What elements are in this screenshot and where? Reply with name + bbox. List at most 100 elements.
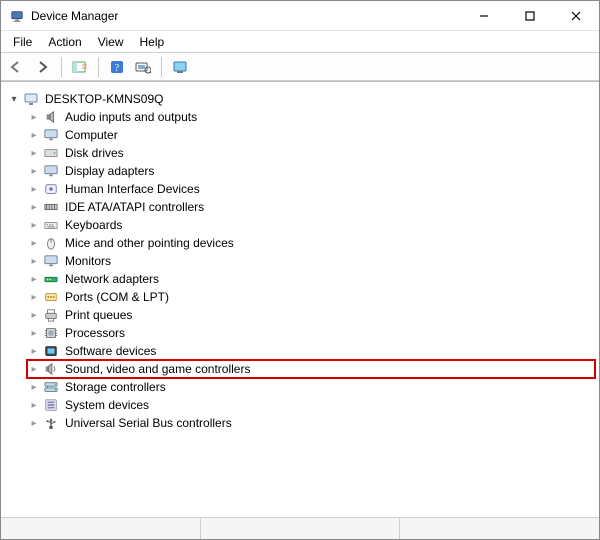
software-icon: [43, 343, 59, 359]
tree-category-node[interactable]: Print queues: [27, 306, 595, 324]
expand-toggle[interactable]: [27, 362, 41, 376]
forward-button[interactable]: [31, 56, 55, 78]
device-manager-window: Device Manager File Action View Help ?: [0, 0, 600, 540]
printer-icon: [43, 307, 59, 323]
tree-category-label: Storage controllers: [63, 380, 168, 394]
scan-hardware-button[interactable]: [131, 56, 155, 78]
tree-category-node[interactable]: Processors: [27, 324, 595, 342]
status-cell: [201, 518, 401, 539]
menu-file[interactable]: File: [7, 33, 38, 51]
tree-category-node[interactable]: Disk drives: [27, 144, 595, 162]
app-icon: [9, 8, 25, 24]
tree-root-label: DESKTOP-KMNS09Q: [43, 92, 165, 106]
expand-toggle[interactable]: [27, 272, 41, 286]
status-cell: [1, 518, 201, 539]
expand-toggle[interactable]: [27, 290, 41, 304]
keyboard-icon: [43, 217, 59, 233]
speaker-icon: [43, 109, 59, 125]
monitor-icon: [43, 127, 59, 143]
help-button[interactable]: ?: [105, 56, 129, 78]
tree-category-label: Sound, video and game controllers: [63, 362, 252, 376]
device-tree[interactable]: DESKTOP-KMNS09Q Audio inputs and outputs…: [1, 83, 599, 539]
hid-icon: [43, 181, 59, 197]
maximize-button[interactable]: [507, 1, 553, 30]
tree-category-label: Audio inputs and outputs: [63, 110, 199, 124]
tree-category-node[interactable]: Software devices: [27, 342, 595, 360]
window-controls: [461, 1, 599, 30]
mouse-icon: [43, 235, 59, 251]
tree-category-node[interactable]: Sound, video and game controllers: [27, 360, 595, 378]
usb-icon: [43, 415, 59, 431]
expand-toggle[interactable]: [27, 416, 41, 430]
tree-category-node[interactable]: Human Interface Devices: [27, 180, 595, 198]
monitor2-icon: [43, 253, 59, 269]
toolbar: ?: [1, 53, 599, 81]
menu-bar: File Action View Help: [1, 31, 599, 53]
expand-toggle[interactable]: [27, 344, 41, 358]
tree-category-label: Computer: [63, 128, 120, 142]
tree-category-node[interactable]: System devices: [27, 396, 595, 414]
toolbar-separator: [161, 57, 162, 77]
toolbar-separator: [61, 57, 62, 77]
tree-category-label: Network adapters: [63, 272, 161, 286]
tree-root-node[interactable]: DESKTOP-KMNS09Q Audio inputs and outputs…: [7, 90, 595, 432]
tree-category-node[interactable]: Keyboards: [27, 216, 595, 234]
expand-toggle[interactable]: [27, 398, 41, 412]
expand-toggle[interactable]: [27, 380, 41, 394]
close-button[interactable]: [553, 1, 599, 30]
expand-toggle[interactable]: [27, 110, 41, 124]
expand-toggle[interactable]: [27, 254, 41, 268]
back-button[interactable]: [5, 56, 29, 78]
tree-category-node[interactable]: Network adapters: [27, 270, 595, 288]
expand-toggle[interactable]: [27, 200, 41, 214]
tree-category-label: Disk drives: [63, 146, 126, 160]
expand-toggle[interactable]: [27, 164, 41, 178]
tree-category-label: Monitors: [63, 254, 113, 268]
svg-text:?: ?: [115, 63, 120, 74]
tree-category-label: Software devices: [63, 344, 158, 358]
tree-category-node[interactable]: Display adapters: [27, 162, 595, 180]
properties-button[interactable]: [168, 56, 192, 78]
tree-category-label: IDE ATA/ATAPI controllers: [63, 200, 206, 214]
tree-category-label: Universal Serial Bus controllers: [63, 416, 234, 430]
network-icon: [43, 271, 59, 287]
tree-category-label: Keyboards: [63, 218, 124, 232]
tree-category-label: Print queues: [63, 308, 134, 322]
storage-icon: [43, 379, 59, 395]
tree-category-node[interactable]: Monitors: [27, 252, 595, 270]
ide-icon: [43, 199, 59, 215]
menu-view[interactable]: View: [92, 33, 130, 51]
tree-category-node[interactable]: Computer: [27, 126, 595, 144]
system-icon: [43, 397, 59, 413]
sound-icon: [43, 361, 59, 377]
expand-toggle[interactable]: [7, 92, 21, 106]
tree-category-node[interactable]: Ports (COM & LPT): [27, 288, 595, 306]
tree-category-node[interactable]: Mice and other pointing devices: [27, 234, 595, 252]
menu-help[interactable]: Help: [134, 33, 171, 51]
tree-category-node[interactable]: Audio inputs and outputs: [27, 108, 595, 126]
minimize-button[interactable]: [461, 1, 507, 30]
status-bar: [1, 517, 599, 539]
show-hide-console-button[interactable]: [68, 56, 92, 78]
expand-toggle[interactable]: [27, 182, 41, 196]
drive-icon: [43, 145, 59, 161]
expand-toggle[interactable]: [27, 308, 41, 322]
tree-category-node[interactable]: Universal Serial Bus controllers: [27, 414, 595, 432]
tree-category-label: Ports (COM & LPT): [63, 290, 171, 304]
tree-category-node[interactable]: IDE ATA/ATAPI controllers: [27, 198, 595, 216]
status-cell: [400, 518, 599, 539]
expand-toggle[interactable]: [27, 128, 41, 142]
tree-category-label: Processors: [63, 326, 127, 340]
window-title: Device Manager: [31, 9, 461, 23]
expand-toggle[interactable]: [27, 236, 41, 250]
tree-category-label: Mice and other pointing devices: [63, 236, 236, 250]
tree-category-label: Display adapters: [63, 164, 156, 178]
expand-toggle[interactable]: [27, 326, 41, 340]
tree-category-node[interactable]: Storage controllers: [27, 378, 595, 396]
title-bar: Device Manager: [1, 1, 599, 31]
computer-icon: [23, 91, 39, 107]
expand-toggle[interactable]: [27, 218, 41, 232]
tree-category-label: Human Interface Devices: [63, 182, 202, 196]
expand-toggle[interactable]: [27, 146, 41, 160]
menu-action[interactable]: Action: [42, 33, 87, 51]
